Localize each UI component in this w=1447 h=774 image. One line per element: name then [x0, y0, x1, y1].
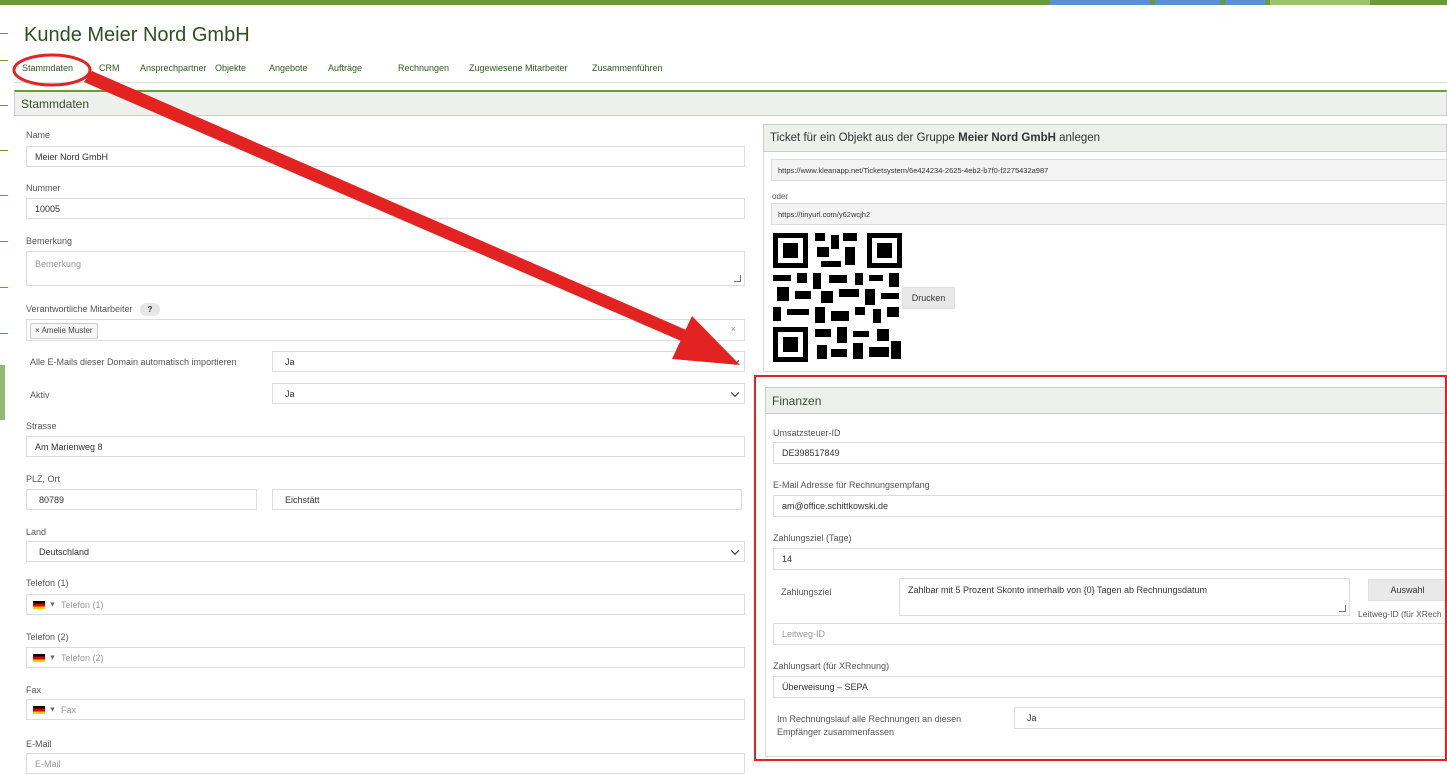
tab-auftraege[interactable]: Aufträge — [328, 63, 362, 73]
germany-flag-icon[interactable] — [33, 600, 45, 609]
tab-ansprechpartner[interactable]: Ansprechpartner — [140, 63, 207, 73]
aktiv-select[interactable]: Ja — [272, 383, 745, 404]
chevron-down-icon — [730, 388, 740, 397]
left-sidebar-strip — [0, 5, 12, 761]
land-value: Deutschland — [39, 546, 90, 557]
ticket-header: Ticket für ein Objekt aus der Gruppe Mei… — [763, 124, 1447, 152]
chevron-down-icon — [730, 546, 740, 555]
print-button[interactable]: Drucken — [902, 287, 955, 309]
strasse-input[interactable]: Am Marienweg 8 — [26, 436, 745, 457]
email-input[interactable]: E-Mail — [26, 753, 745, 774]
land-label: Land — [26, 527, 47, 537]
tab-zugewiesene-mitarbeiter[interactable]: Zugewiesene Mitarbeiter — [469, 63, 568, 73]
land-select[interactable]: Deutschland — [26, 541, 745, 562]
bemerkung-placeholder: Bemerkung — [35, 259, 82, 269]
ticket-url-long[interactable]: https://www.kleanapp.net/Ticketsystem/6e… — [771, 159, 1447, 181]
bemerkung-label: Bemerkung — [26, 236, 73, 246]
telefon2-placeholder: Telefon (2) — [61, 652, 104, 663]
caret-down-icon: ▼ — [49, 654, 56, 661]
strasse-label: Strasse — [26, 421, 57, 431]
mitarbeiter-tag[interactable]: × Amelie Muster — [30, 323, 98, 339]
nummer-input[interactable]: 10005 — [26, 198, 745, 219]
ticket-url-short[interactable]: https://tinyurl.com/y62wcjh2 — [771, 203, 1447, 225]
fax-label: Fax — [26, 685, 42, 695]
qr-code-icon — [773, 233, 902, 362]
telefon1-label: Telefon (1) — [26, 578, 69, 588]
email-label: E-Mail — [26, 739, 52, 749]
tab-bar: Stammdaten CRM Ansprechpartner Objekte A… — [14, 58, 1447, 83]
tab-angebote[interactable]: Angebote — [269, 63, 308, 73]
name-input[interactable]: Meier Nord GmbH — [26, 146, 745, 167]
telefon2-label: Telefon (2) — [26, 632, 69, 642]
germany-flag-icon[interactable] — [33, 705, 45, 714]
caret-down-icon: ▼ — [49, 601, 56, 608]
resize-handle-icon[interactable] — [734, 275, 741, 282]
email-import-select[interactable]: Ja — [272, 351, 745, 372]
stammdaten-header: Stammdaten — [14, 90, 1447, 116]
germany-flag-icon[interactable] — [33, 653, 45, 662]
plz-input[interactable]: 80789 — [26, 489, 257, 510]
ort-input[interactable]: Eichstätt — [272, 489, 742, 510]
email-import-label: Alle E-Mails dieser Domain automatisch i… — [30, 357, 237, 367]
tab-crm[interactable]: CRM — [99, 63, 120, 73]
telefon1-placeholder: Telefon (1) — [61, 599, 104, 610]
clear-icon[interactable]: × — [731, 324, 736, 334]
help-icon[interactable]: ? — [140, 303, 160, 316]
annotation-highlight-box — [754, 375, 1447, 761]
tab-stammdaten[interactable]: Stammdaten — [22, 63, 73, 73]
ticket-header-group: Meier Nord GmbH — [958, 132, 1056, 144]
name-label: Name — [26, 130, 51, 140]
oder-label: oder — [772, 192, 789, 201]
caret-down-icon: ▼ — [49, 706, 56, 713]
mitarbeiter-label: Verantwortliche Mitarbeiter — [26, 304, 133, 314]
fax-placeholder: Fax — [61, 704, 77, 715]
chevron-down-icon — [730, 356, 740, 365]
tab-rechnungen[interactable]: Rechnungen — [398, 63, 449, 73]
telefon1-input[interactable]: ▼ Telefon (1) — [26, 594, 745, 615]
ticket-header-prefix: Ticket für ein Objekt aus der Gruppe — [770, 132, 959, 144]
fax-input[interactable]: ▼ Fax — [26, 699, 745, 720]
nummer-label: Nummer — [26, 183, 61, 193]
telefon2-input[interactable]: ▼ Telefon (2) — [26, 647, 745, 668]
bemerkung-textarea[interactable]: Bemerkung — [26, 251, 745, 286]
aktiv-value: Ja — [285, 388, 295, 399]
plz-ort-label: PLZ, Ort — [26, 474, 61, 484]
top-accent-bar — [0, 0, 1447, 5]
tab-zusammenfuehren[interactable]: Zusammenführen — [592, 63, 663, 73]
page-title: Kunde Meier Nord GmbH — [24, 24, 250, 46]
mitarbeiter-multiselect[interactable]: × Amelie Muster × — [26, 319, 745, 341]
ticket-header-suffix: anlegen — [1055, 132, 1101, 144]
tab-objekte[interactable]: Objekte — [215, 63, 246, 73]
email-import-value: Ja — [285, 356, 295, 367]
aktiv-label: Aktiv — [30, 390, 50, 400]
